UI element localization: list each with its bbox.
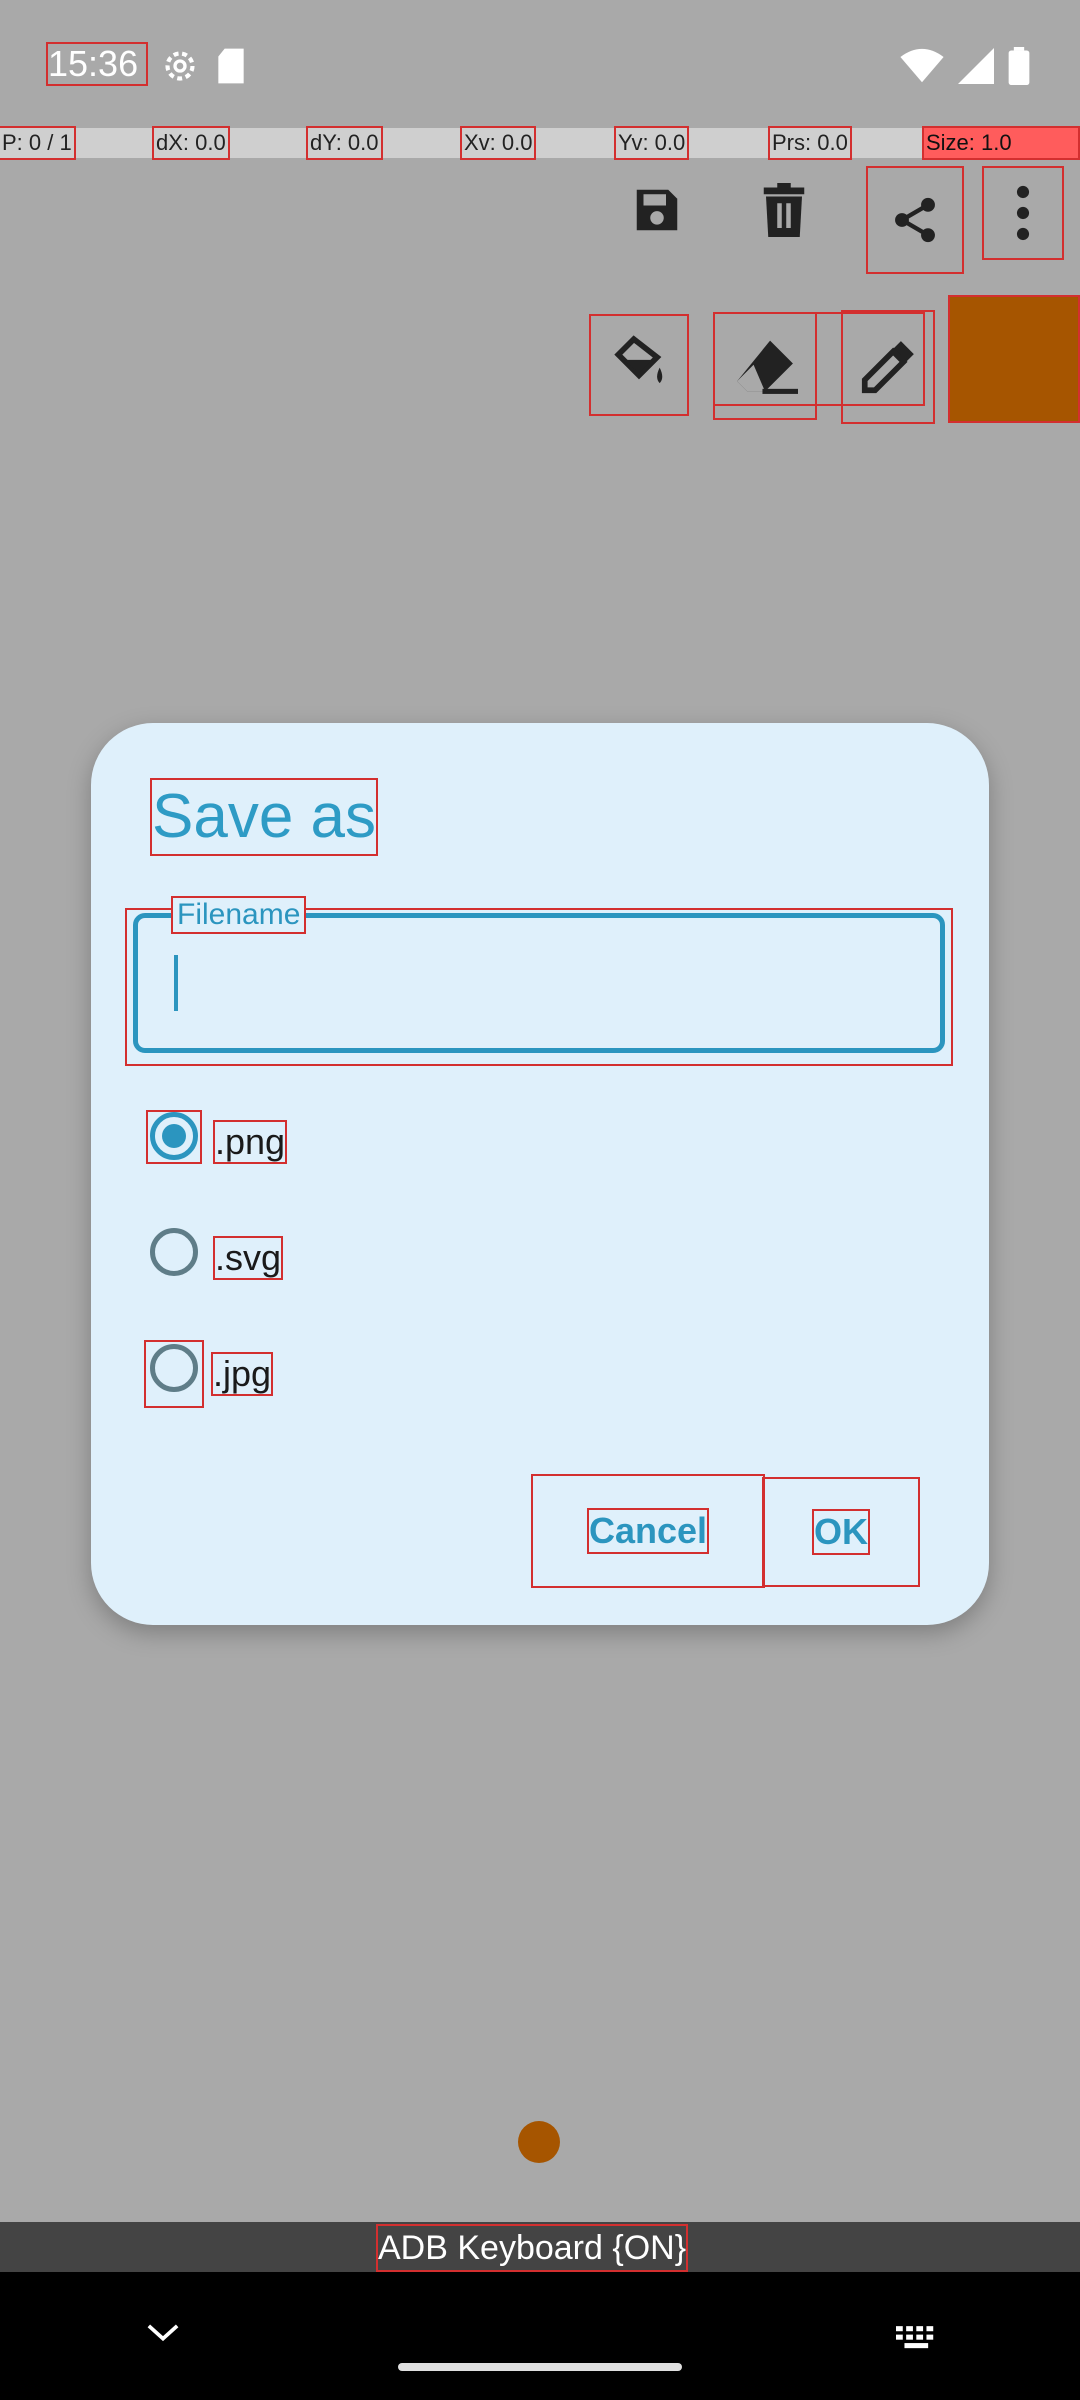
jpg-option-label[interactable]: .jpg xyxy=(210,1352,274,1396)
filename-label: Filename xyxy=(170,896,307,934)
sd-card-icon xyxy=(218,48,244,84)
ok-button-label: OK xyxy=(812,1509,870,1555)
keyboard-icon[interactable] xyxy=(896,2326,940,2350)
pointer-count: P: 0 / 1 xyxy=(0,126,76,160)
svg-option-label[interactable]: .svg xyxy=(212,1236,284,1280)
eyedropper-icon xyxy=(861,341,914,394)
status-icons-right xyxy=(900,46,1030,86)
battery-icon xyxy=(1008,47,1030,85)
ok-button[interactable]: OK xyxy=(762,1477,920,1587)
filename-input[interactable] xyxy=(133,913,945,1053)
ime-label: ADB Keyboard {ON} xyxy=(375,2224,689,2272)
save-button[interactable] xyxy=(607,160,707,260)
brush-preview-dot xyxy=(518,2121,560,2163)
png-option-label[interactable]: .png xyxy=(212,1120,288,1164)
chevron-down-icon[interactable] xyxy=(146,2322,180,2344)
pointer-yv: Yv: 0.0 xyxy=(613,126,690,160)
fill-tool-button[interactable] xyxy=(589,314,689,416)
status-time: 15:36 xyxy=(46,42,148,86)
pointer-dx: dX: 0.0 xyxy=(152,126,230,160)
pointer-pressure: Prs: 0.0 xyxy=(768,126,852,160)
more-options-icon xyxy=(1016,185,1030,241)
cancel-button[interactable]: Cancel xyxy=(531,1474,765,1588)
fill-bucket-icon xyxy=(614,335,663,384)
settings-gear-icon xyxy=(165,51,195,81)
signal-icon xyxy=(958,48,994,84)
cancel-button-label: Cancel xyxy=(586,1508,710,1554)
delete-button[interactable] xyxy=(734,160,834,260)
save-icon xyxy=(636,189,678,231)
status-icons-left xyxy=(160,46,248,86)
share-icon xyxy=(895,197,935,243)
text-cursor xyxy=(174,955,178,1011)
pointer-xv: Xv: 0.0 xyxy=(459,126,537,160)
share-button[interactable] xyxy=(866,166,964,274)
eyedropper-tool-button[interactable] xyxy=(841,310,935,424)
pointer-info-strip: P: 0 / 1 dX: 0.0 dY: 0.0 Xv: 0.0 Yv: 0.0… xyxy=(0,126,1080,160)
more-options-button[interactable] xyxy=(982,166,1064,260)
color-swatch[interactable] xyxy=(948,295,1080,423)
svg-radio-button[interactable] xyxy=(150,1228,198,1276)
pointer-size: Size: 1.0 xyxy=(922,126,1080,160)
wifi-icon xyxy=(900,48,944,83)
home-gesture-pill[interactable] xyxy=(398,2363,682,2371)
pointer-dy: dY: 0.0 xyxy=(306,126,383,160)
dialog-title: Save as xyxy=(149,778,379,856)
jpg-radio-button[interactable] xyxy=(150,1344,198,1392)
png-radio-button[interactable] xyxy=(150,1112,198,1160)
delete-icon xyxy=(763,183,805,237)
